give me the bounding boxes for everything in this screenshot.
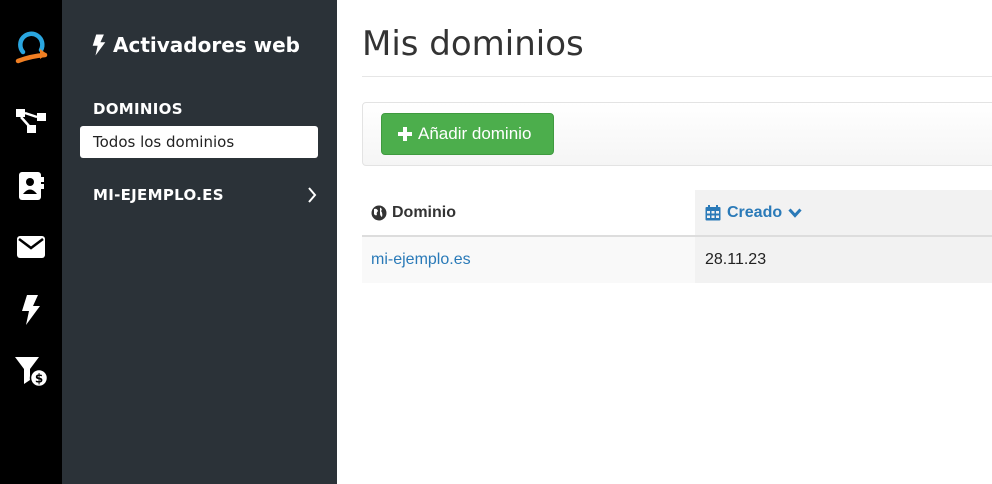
sidebar-item-all-domains[interactable]: Todos los dominios (80, 126, 318, 158)
add-domain-button[interactable]: Añadir dominio (381, 113, 554, 155)
globe-icon (371, 205, 387, 220)
chevron-down-icon (788, 207, 802, 218)
sidebar: Activadores web DOMINIOS Todos los domin… (62, 0, 337, 484)
sidebar-title-label: Activadores web (113, 33, 300, 57)
bolt-icon (92, 34, 106, 56)
column-header-domain: Dominio (362, 190, 695, 235)
calendar-icon (705, 204, 721, 220)
sidebar-item-domain[interactable]: MI-EJEMPLO.ES (93, 184, 317, 206)
plus-icon (398, 127, 412, 141)
column-header-created[interactable]: Creado (695, 190, 992, 235)
icon-rail: $ (0, 0, 62, 484)
toolbar: Añadir dominio (362, 102, 992, 166)
created-date: 28.11.23 (695, 237, 992, 283)
table-header: Dominio Creado (362, 190, 992, 237)
sidebar-domain-label: MI-EJEMPLO.ES (93, 186, 224, 204)
svg-text:$: $ (35, 372, 43, 386)
table-row: mi-ejemplo.es 28.11.23 (362, 237, 992, 283)
column-header-domain-label: Dominio (392, 203, 456, 221)
funnel-dollar-icon[interactable]: $ (0, 355, 62, 389)
envelope-icon[interactable] (0, 233, 62, 261)
contacts-icon[interactable] (0, 170, 62, 202)
domains-table: Dominio Creado mi-ejemplo.es 28.11.23 (362, 190, 992, 283)
bolt-icon[interactable] (0, 294, 62, 326)
main-content: Mis dominios Añadir dominio Dominio Crea… (337, 0, 992, 484)
sidebar-title: Activadores web (92, 33, 300, 57)
column-header-created-label: Creado (727, 203, 783, 221)
logo-icon[interactable] (0, 26, 62, 70)
domain-link[interactable]: mi-ejemplo.es (362, 237, 695, 283)
title-divider (362, 76, 992, 77)
chevron-right-icon (308, 187, 317, 203)
sidebar-section-domains: DOMINIOS (93, 100, 183, 118)
page-title: Mis dominios (362, 24, 584, 64)
flow-icon[interactable] (0, 106, 62, 138)
add-domain-label: Añadir dominio (418, 124, 532, 143)
